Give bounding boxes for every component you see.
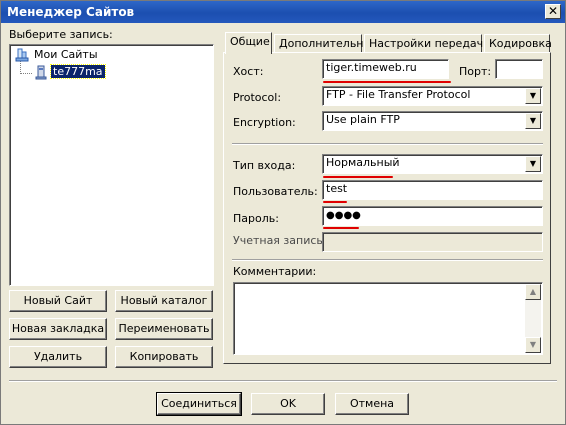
tab-strip: Общие Дополнительно Настройки передачи К… bbox=[223, 32, 553, 54]
tab-transfer-settings[interactable]: Настройки передачи bbox=[364, 34, 490, 53]
host-input[interactable]: tiger.timeweb.ru bbox=[322, 59, 449, 79]
password-input[interactable]: ●●●● bbox=[322, 206, 543, 226]
scroll-up-arrow-icon[interactable]: ▲ bbox=[525, 284, 541, 300]
protocol-label: Protocol: bbox=[233, 91, 282, 104]
delete-button[interactable]: Удалить bbox=[9, 346, 107, 368]
tab-charset[interactable]: Кодировка bbox=[484, 34, 552, 53]
encryption-select[interactable]: Use plain FTP ▼ bbox=[322, 111, 543, 131]
tab-general[interactable]: Общие bbox=[225, 32, 272, 54]
new-folder-button[interactable]: Новый каталог bbox=[115, 290, 213, 312]
tree-item-te777ma[interactable]: te777ma bbox=[50, 64, 106, 79]
comments-scrollbar[interactable]: ▲ ▼ bbox=[525, 284, 541, 353]
close-button[interactable]: ✕ bbox=[545, 4, 561, 19]
tree-root-label[interactable]: Мои Сайты bbox=[34, 48, 98, 61]
window-title: Менеджер Сайтов bbox=[7, 5, 135, 19]
connect-button[interactable]: Соединиться bbox=[156, 392, 242, 416]
user-value: test bbox=[326, 182, 348, 195]
new-site-button[interactable]: Новый Сайт bbox=[9, 290, 107, 312]
annotation-underline bbox=[323, 227, 359, 229]
computer-site-icon bbox=[35, 65, 47, 80]
comments-textarea[interactable]: ▲ ▼ bbox=[233, 282, 543, 355]
separator bbox=[232, 143, 543, 145]
encryption-value: Use plain FTP bbox=[326, 113, 400, 126]
annotation-underline bbox=[323, 201, 347, 203]
tree-line bbox=[20, 73, 32, 74]
password-value: ●●●● bbox=[326, 210, 361, 221]
password-label: Пароль: bbox=[233, 212, 279, 225]
logon-type-label: Тип входа: bbox=[233, 159, 296, 172]
site-tree[interactable]: Мои Сайты te777ma bbox=[9, 44, 214, 286]
account-label: Учетная запись: bbox=[233, 234, 327, 247]
title-bar[interactable]: Менеджер Сайтов ✕ bbox=[1, 1, 565, 23]
ok-button[interactable]: OK bbox=[251, 393, 325, 415]
footer-separator bbox=[9, 380, 557, 382]
user-label: Пользователь: bbox=[233, 185, 318, 198]
logon-type-value: Нормальный bbox=[326, 156, 400, 169]
host-value: tiger.timeweb.ru bbox=[326, 61, 417, 74]
select-entry-label: Выберите запись: bbox=[9, 28, 113, 41]
account-input[interactable] bbox=[322, 232, 543, 252]
cancel-button[interactable]: Отмена bbox=[335, 393, 409, 415]
tab-advanced[interactable]: Дополнительно bbox=[274, 34, 370, 53]
user-input[interactable]: test bbox=[322, 180, 543, 200]
new-bookmark-button[interactable]: Новая закладка bbox=[9, 318, 107, 340]
logon-type-select[interactable]: Нормальный ▼ bbox=[322, 154, 543, 174]
site-manager-window: Менеджер Сайтов ✕ Выберите запись: Мои С… bbox=[0, 0, 566, 425]
annotation-underline bbox=[323, 81, 451, 83]
rename-button[interactable]: Переименовать bbox=[115, 318, 213, 340]
port-input[interactable] bbox=[495, 59, 543, 79]
close-icon: ✕ bbox=[547, 4, 559, 18]
copy-button[interactable]: Копировать bbox=[115, 346, 213, 368]
down-arrow-icon[interactable]: ▼ bbox=[525, 113, 541, 129]
folder-tree-icon bbox=[15, 48, 29, 62]
annotation-underline bbox=[323, 176, 393, 178]
down-arrow-icon[interactable]: ▼ bbox=[525, 156, 541, 172]
host-label: Хост: bbox=[233, 65, 264, 78]
encryption-label: Encryption: bbox=[233, 116, 296, 129]
separator bbox=[232, 259, 543, 261]
port-label: Порт: bbox=[459, 65, 492, 78]
scroll-down-arrow-icon[interactable]: ▼ bbox=[525, 337, 541, 353]
down-arrow-icon[interactable]: ▼ bbox=[525, 88, 541, 104]
protocol-select[interactable]: FTP - File Transfer Protocol ▼ bbox=[322, 86, 543, 106]
protocol-value: FTP - File Transfer Protocol bbox=[326, 88, 471, 101]
comments-label: Комментарии: bbox=[233, 265, 317, 278]
